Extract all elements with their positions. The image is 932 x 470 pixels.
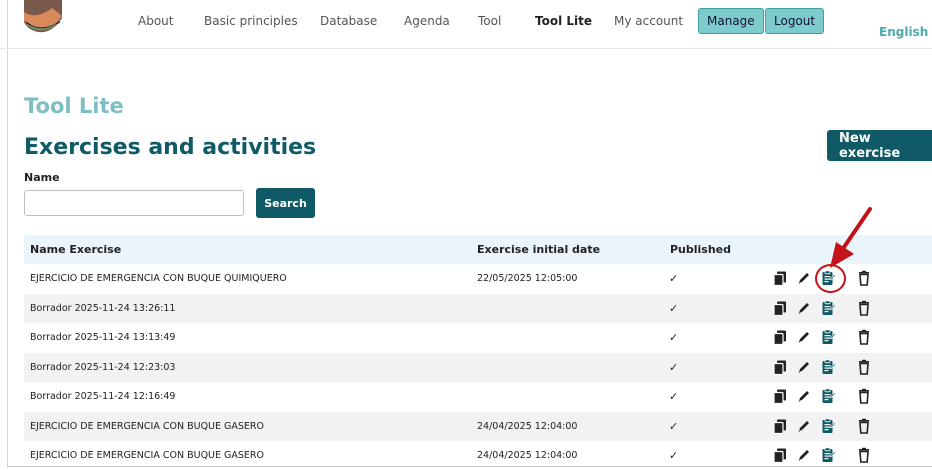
published-check: ✓ (669, 449, 679, 462)
language-selector[interactable]: English (879, 25, 928, 39)
copy-icon[interactable] (772, 359, 788, 375)
copy-icon[interactable] (772, 388, 788, 405)
table-row[interactable]: EJERCICIO DE EMERGENCIA CON BUQUE GASERO… (24, 441, 932, 470)
manage-button[interactable]: Manage (698, 8, 764, 34)
published-check: ✓ (669, 419, 679, 433)
published-check: ✓ (669, 390, 679, 403)
top-navigation: About Basic principles Database Agenda T… (0, 0, 932, 49)
edit-icon[interactable] (796, 300, 812, 316)
table-row[interactable]: EJERCICIO DE EMERGENCIA CON BUQUE GASERO… (24, 411, 932, 441)
copy-icon[interactable] (772, 447, 788, 464)
delete-icon[interactable] (856, 447, 872, 463)
clipboard-icon[interactable] (820, 329, 836, 345)
clipboard-icon[interactable] (820, 388, 836, 404)
nav-my-account[interactable]: My account (614, 14, 683, 28)
nav-database[interactable]: Database (320, 14, 377, 28)
exercise-name: EJERCICIO DE EMERGENCIA CON BUQUE GASERO (30, 420, 264, 432)
nav-agenda[interactable]: Agenda (404, 14, 450, 28)
page-title: Exercises and activities (24, 135, 317, 160)
table-row[interactable]: Borrador 2025-11-24 13:13:49 ✓ (24, 323, 932, 352)
exercise-name: Borrador 2025-11-24 13:13:49 (30, 332, 176, 343)
delete-icon[interactable] (856, 388, 872, 404)
exercise-name: Borrador 2025-11-24 12:23:03 (30, 361, 176, 373)
logout-button[interactable]: Logout (765, 8, 825, 34)
exercise-name: EJERCICIO DE EMERGENCIA CON BUQUE QUIMIQ… (30, 273, 287, 284)
delete-icon[interactable] (856, 300, 872, 316)
page-frame-left (7, 0, 8, 468)
edit-icon[interactable] (796, 447, 812, 463)
column-published[interactable]: Published (670, 243, 731, 256)
clipboard-icon[interactable] (820, 447, 836, 463)
annotation-arrow-icon (830, 207, 872, 268)
exercise-initial-date: 24/04/2025 12:04:00 (477, 450, 578, 461)
copy-icon[interactable] (772, 270, 788, 287)
edit-icon[interactable] (796, 329, 812, 345)
table-row[interactable]: EJERCICIO DE EMERGENCIA CON BUQUE QUIMIQ… (24, 264, 932, 293)
nav-basic-principles[interactable]: Basic principles (204, 14, 298, 28)
clipboard-icon[interactable] (820, 417, 836, 434)
new-exercise-button[interactable]: New exercise (827, 130, 932, 161)
nav-about[interactable]: About (138, 14, 173, 28)
clipboard-icon[interactable] (820, 358, 836, 375)
exercise-name: EJERCICIO DE EMERGENCIA CON BUQUE GASERO (30, 450, 264, 461)
edit-icon[interactable] (796, 388, 812, 404)
edit-icon[interactable] (796, 418, 812, 434)
exercise-name: Borrador 2025-11-24 13:26:11 (30, 302, 176, 314)
clipboard-icon[interactable] (820, 299, 836, 316)
edit-icon[interactable] (796, 359, 812, 375)
published-check: ✓ (669, 360, 679, 374)
edit-icon[interactable] (796, 270, 812, 286)
copy-icon[interactable] (772, 300, 788, 316)
table-row[interactable]: Borrador 2025-11-24 13:26:11 ✓ (24, 293, 932, 323)
nav-tool-lite[interactable]: Tool Lite (535, 14, 592, 28)
section-title: Tool Lite (24, 94, 124, 118)
nav-tool[interactable]: Tool (478, 14, 501, 28)
copy-icon[interactable] (772, 329, 788, 346)
published-check: ✓ (669, 272, 679, 285)
name-search-input[interactable] (24, 190, 244, 216)
table-header: Name Exercise Exercise initial date Publ… (24, 235, 932, 264)
site-logo-icon[interactable] (22, 0, 64, 40)
exercise-initial-date: 24/04/2025 12:04:00 (477, 420, 578, 432)
search-button[interactable]: Search (256, 188, 315, 218)
delete-icon[interactable] (856, 418, 872, 434)
table-row[interactable]: Borrador 2025-11-24 12:16:49 ✓ (24, 382, 932, 411)
column-name-exercise[interactable]: Name Exercise (30, 243, 121, 256)
copy-icon[interactable] (772, 418, 788, 434)
delete-icon[interactable] (856, 359, 872, 375)
table-row[interactable]: Borrador 2025-11-24 12:23:03 ✓ (24, 352, 932, 382)
exercise-initial-date: 22/05/2025 12:05:00 (477, 273, 578, 284)
column-initial-date[interactable]: Exercise initial date (477, 243, 600, 256)
delete-icon[interactable] (856, 329, 872, 345)
exercise-name: Borrador 2025-11-24 12:16:49 (30, 391, 176, 402)
published-check: ✓ (669, 331, 679, 344)
delete-icon[interactable] (856, 270, 872, 286)
name-filter-label: Name (24, 171, 60, 184)
published-check: ✓ (669, 301, 679, 315)
